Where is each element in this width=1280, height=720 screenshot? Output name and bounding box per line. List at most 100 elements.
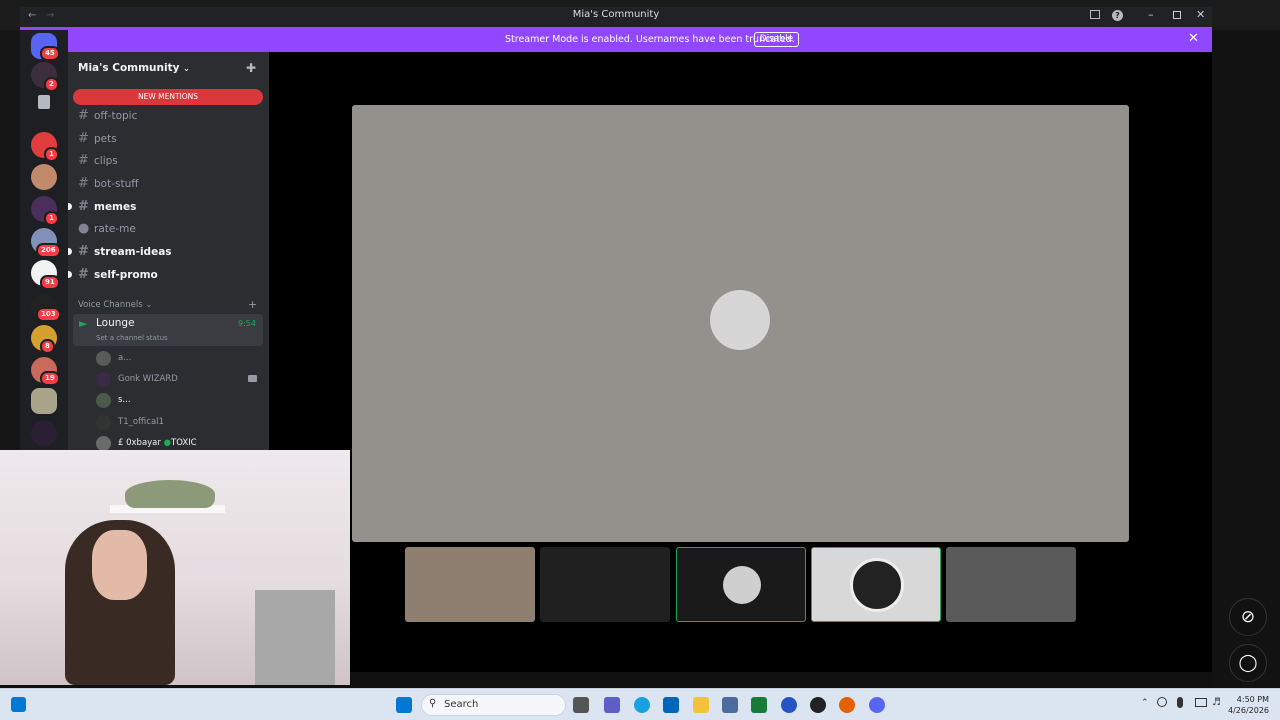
windows-taskbar: Search ⚲ ⌃ ♬ 4:50 PM 4/26/2026 xyxy=(0,688,1280,720)
webcam-overlay xyxy=(0,450,350,685)
channel-bot-stuff[interactable]: # bot-stuff xyxy=(78,176,138,192)
channel-off-topic[interactable]: # off-topic xyxy=(78,108,137,124)
minimize-icon[interactable]: – xyxy=(1148,8,1154,21)
chat-bubble-icon[interactable]: ◯ xyxy=(1229,644,1267,682)
app-icon[interactable] xyxy=(751,697,767,713)
channel-label: stream-ideas xyxy=(94,246,172,258)
channel-clips[interactable]: # clips xyxy=(78,153,118,169)
voice-timer: 9:54 xyxy=(238,319,256,328)
store-icon[interactable] xyxy=(663,697,679,713)
server-icon[interactable] xyxy=(31,420,57,446)
voice-header-label: Voice Channels xyxy=(78,300,143,310)
discord-icon[interactable] xyxy=(869,697,885,713)
add-channel-icon[interactable]: + xyxy=(248,298,257,311)
forum-icon: ● xyxy=(78,221,90,236)
network-icon[interactable] xyxy=(1195,698,1207,707)
hash-icon: # xyxy=(78,153,89,168)
rail-badge: 206 xyxy=(36,243,61,258)
volume-icon[interactable]: ♬ xyxy=(1212,697,1221,708)
new-mentions-pill[interactable]: NEW MENTIONS xyxy=(73,89,263,105)
server-icon[interactable] xyxy=(31,164,57,190)
avatar xyxy=(96,351,111,366)
voice-user-name: Gonk WIZARD xyxy=(118,374,178,384)
taskbar-search[interactable]: Search xyxy=(421,694,566,716)
taskbar-clock[interactable]: 4:50 PM 4/26/2026 xyxy=(1228,694,1269,716)
voice-user-name: £ 0xbayar xyxy=(118,438,161,448)
avatar xyxy=(96,393,111,408)
channel-label: memes xyxy=(94,201,137,213)
hash-icon: # xyxy=(78,199,89,214)
channel-stream-ideas[interactable]: # stream-ideas xyxy=(78,244,172,260)
server-name: Mia's Community xyxy=(78,62,180,74)
participant-tile[interactable] xyxy=(811,547,941,622)
microphone-icon[interactable] xyxy=(1177,697,1183,708)
widgets-icon[interactable] xyxy=(11,697,26,712)
teams-icon[interactable] xyxy=(604,697,620,713)
window-titlebar: ← → Mia's Community ? – ✕ xyxy=(20,7,1212,27)
voice-user[interactable]: T1_offical1 xyxy=(96,415,164,430)
app-icon[interactable] xyxy=(722,697,738,713)
channel-self-promo[interactable]: # self-promo xyxy=(78,267,158,283)
browser-right-edge xyxy=(1212,30,1280,690)
voice-channel-lounge[interactable]: ► Lounge 9:54 Set a channel status xyxy=(73,314,263,346)
app-icon[interactable] xyxy=(781,697,797,713)
rail-badge: 8 xyxy=(40,339,55,354)
channel-label: off-topic xyxy=(94,110,138,122)
voice-user[interactable]: s... xyxy=(96,393,131,408)
task-view-icon[interactable] xyxy=(573,697,589,713)
participant-tile[interactable] xyxy=(946,547,1076,622)
clock-time: 4:50 PM xyxy=(1236,695,1270,704)
rail-badge: 91 xyxy=(40,275,60,290)
voice-user[interactable]: a... xyxy=(96,351,132,366)
compass-icon[interactable]: ⊘ xyxy=(1229,598,1267,636)
participant-tile[interactable] xyxy=(540,547,670,622)
rail-badge: 45 xyxy=(40,46,60,61)
participant-tile[interactable] xyxy=(405,547,535,622)
channel-memes[interactable]: # memes xyxy=(78,199,136,215)
maximize-icon[interactable] xyxy=(1173,11,1181,19)
avatar xyxy=(96,436,111,450)
channel-label: self-promo xyxy=(94,269,158,281)
hash-icon: # xyxy=(78,108,89,123)
voice-user[interactable]: Gonk WIZARD xyxy=(96,372,178,387)
avatar xyxy=(723,566,761,604)
rail-badge: 1 xyxy=(44,147,59,162)
hash-icon: # xyxy=(78,267,89,282)
hash-icon: # xyxy=(78,131,89,146)
voice-user[interactable]: £ 0xbayar ●TOXIC xyxy=(96,436,197,450)
help-icon[interactable]: ? xyxy=(1112,10,1123,21)
unread-indicator xyxy=(68,203,72,210)
server-icon[interactable] xyxy=(31,388,57,414)
file-explorer-icon[interactable] xyxy=(693,697,709,713)
close-icon[interactable]: ✕ xyxy=(1196,8,1205,21)
voice-channels-header[interactable]: Voice Channels ⌄ xyxy=(78,300,152,310)
channel-status[interactable]: Set a channel status xyxy=(96,334,168,342)
hourglass-icon[interactable] xyxy=(38,95,50,109)
unread-indicator xyxy=(68,271,72,278)
inbox-icon[interactable] xyxy=(1090,10,1100,19)
chevron-up-icon[interactable]: ⌃ xyxy=(1141,698,1149,708)
disable-streamer-mode-button[interactable]: Disable xyxy=(754,32,799,47)
voice-channel-name: Lounge xyxy=(96,317,135,329)
windows-start-icon[interactable] xyxy=(396,697,412,713)
sync-icon[interactable] xyxy=(1157,697,1167,707)
rail-badge: 103 xyxy=(36,307,61,322)
channel-rate-me[interactable]: ● rate-me xyxy=(78,221,136,237)
participant-tile[interactable] xyxy=(676,547,806,622)
browser-left-edge xyxy=(0,30,20,450)
rail-badge: 19 xyxy=(40,371,60,386)
edge-icon[interactable] xyxy=(634,697,650,713)
firefox-icon[interactable] xyxy=(839,697,855,713)
invite-people-icon[interactable]: ✚ xyxy=(246,61,256,75)
channel-pets[interactable]: # pets xyxy=(78,131,117,147)
hash-icon: # xyxy=(78,176,89,191)
channel-label: rate-me xyxy=(94,223,136,235)
rail-badge: 2 xyxy=(44,77,59,92)
server-name-header[interactable]: Mia's Community ⌄ xyxy=(78,62,190,74)
server-rail: 45 2 1 1 206 91 103 8 19 xyxy=(20,30,68,450)
app-icon[interactable] xyxy=(810,697,826,713)
voice-user-name: a... xyxy=(118,353,132,363)
banner-close-icon[interactable]: ✕ xyxy=(1188,31,1199,46)
avatar xyxy=(850,558,904,612)
search-label: Search xyxy=(444,699,479,710)
